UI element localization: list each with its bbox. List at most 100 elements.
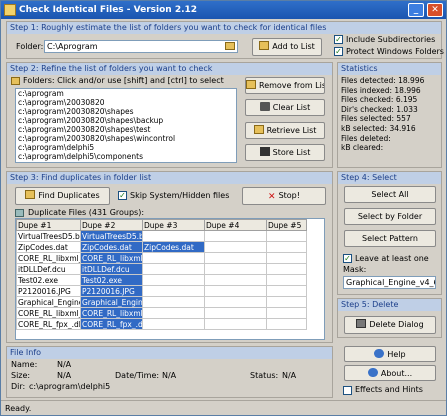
skip-hidden-checkbox[interactable]: ✓ bbox=[118, 191, 127, 200]
store-list-button[interactable]: Store List bbox=[245, 144, 325, 161]
column-header[interactable]: Dupe #1 bbox=[16, 219, 81, 231]
table-row[interactable]: P2120016.JPG P2120016.JPG bbox=[16, 285, 307, 297]
list-item[interactable]: c:\aprogram\20030820\shapes\backup bbox=[16, 116, 236, 125]
about-button[interactable]: About... bbox=[344, 365, 436, 381]
table-cell-selected[interactable]: CORE_RL_libxml_ bbox=[80, 252, 143, 264]
table-cell[interactable] bbox=[266, 285, 307, 297]
retrieve-list-button[interactable]: Retrieve List bbox=[245, 122, 325, 139]
table-cell[interactable] bbox=[266, 252, 307, 264]
list-item[interactable]: c:\aprogram\20030820\shapes\test bbox=[16, 125, 236, 134]
table-cell-selected[interactable]: itDLLDef.dcu bbox=[80, 263, 143, 275]
table-cell[interactable] bbox=[204, 296, 267, 308]
table-cell-selected[interactable]: Graphical_Engine_ bbox=[80, 296, 143, 308]
help-button[interactable]: Help bbox=[344, 346, 436, 362]
stop-button[interactable]: ✕ Stop! bbox=[242, 187, 326, 205]
table-cell[interactable] bbox=[204, 230, 267, 242]
table-cell-selected[interactable]: CORE_RL_fpx_.dll bbox=[80, 318, 143, 330]
column-header[interactable]: Dupe #2 bbox=[80, 219, 143, 231]
table-cell[interactable]: ZipCodes.dat bbox=[16, 241, 81, 253]
table-cell[interactable] bbox=[266, 318, 307, 330]
select-by-folder-button[interactable]: Select by Folder bbox=[344, 208, 436, 225]
remove-from-list-button[interactable]: Remove from List bbox=[245, 77, 325, 94]
table-cell[interactable] bbox=[204, 252, 267, 264]
table-row[interactable]: Graphical_Engine_Graphical_Engine_ bbox=[16, 296, 307, 308]
list-item[interactable]: c:\aprogram\20030820\shapes\wincontrol bbox=[16, 134, 236, 143]
delete-dialog-button[interactable]: Delete Dialog bbox=[344, 316, 436, 334]
table-cell-selected[interactable]: ZipCodes.dat bbox=[80, 241, 143, 253]
table-cell[interactable] bbox=[204, 307, 267, 319]
effects-hints-checkbox[interactable] bbox=[343, 386, 352, 395]
table-cell[interactable] bbox=[142, 230, 205, 242]
browse-folder-icon[interactable] bbox=[225, 42, 235, 50]
table-cell[interactable] bbox=[204, 263, 267, 275]
table-cell[interactable]: VirtualTreesD5.bpl bbox=[16, 230, 81, 242]
column-header[interactable]: Dupe #4 bbox=[204, 219, 267, 231]
table-cell[interactable] bbox=[142, 274, 205, 286]
stat-files-detected: Files detected: 18.996 bbox=[341, 76, 425, 85]
table-cell[interactable] bbox=[266, 230, 307, 242]
list-item[interactable]: c:\aprogram\20030820\shapes bbox=[16, 107, 236, 116]
table-cell[interactable] bbox=[142, 318, 205, 330]
stat-files-deleted: Files deleted: bbox=[341, 133, 391, 143]
table-cell[interactable] bbox=[142, 285, 205, 297]
select-pattern-button[interactable]: Select Pattern bbox=[344, 230, 436, 247]
table-cell-selected[interactable]: CORE_RL_libxml_ bbox=[80, 307, 143, 319]
list-item[interactable]: c:\aprogram\20030820 bbox=[16, 98, 236, 107]
list-item[interactable]: c:\aprogram\delphi5 bbox=[16, 143, 236, 152]
table-cell[interactable] bbox=[142, 307, 205, 319]
table-cell[interactable] bbox=[142, 263, 205, 275]
list-item[interactable]: c:\aprogram bbox=[16, 89, 236, 98]
minimize-button[interactable]: _ bbox=[408, 3, 424, 17]
table-cell[interactable] bbox=[142, 296, 205, 308]
statistics-heading: Statistics bbox=[338, 63, 441, 75]
table-cell[interactable]: itDLLDef.dcu bbox=[16, 263, 81, 275]
close-button[interactable]: ✕ bbox=[427, 3, 443, 17]
table-cell[interactable] bbox=[204, 285, 267, 297]
table-cell[interactable] bbox=[266, 274, 307, 286]
table-cell[interactable]: CORE_RL_libxml_ bbox=[16, 252, 81, 264]
table-row[interactable]: ZipCodes.dat ZipCodes.dat ZipCodes.dat bbox=[16, 241, 307, 253]
duplicates-grid[interactable]: Dupe #1 Dupe #2 Dupe #3 Dupe #4 Dupe #5 … bbox=[15, 218, 325, 340]
table-cell[interactable] bbox=[266, 296, 307, 308]
title-bar[interactable]: Check Identical Files - Version 2.12 _ ✕ bbox=[1, 1, 446, 19]
stat-dirs-checked: Dir's checked: 1.033 bbox=[341, 104, 418, 114]
table-cell[interactable] bbox=[266, 263, 307, 275]
list-item[interactable]: c:\aprogram\delphi5\components bbox=[16, 152, 236, 161]
status-value: N/A bbox=[282, 371, 297, 380]
table-row[interactable]: CORE_RL_libxml_ CORE_RL_libxml_ bbox=[16, 252, 307, 264]
protect-windows-checkbox[interactable]: ✓ bbox=[334, 47, 343, 56]
table-cell[interactable]: CORE_RL_fpx_.dll bbox=[16, 318, 81, 330]
table-cell-selected[interactable]: VirtualTreesD5.bpl bbox=[80, 230, 143, 242]
table-cell[interactable] bbox=[266, 307, 307, 319]
column-header[interactable]: Dupe #3 bbox=[142, 219, 205, 231]
table-cell[interactable]: Graphical_Engine_ bbox=[16, 296, 81, 308]
table-cell[interactable]: P2120016.JPG bbox=[16, 285, 81, 297]
select-all-button[interactable]: Select All bbox=[344, 186, 436, 203]
folder-input[interactable]: C:\Aprogram bbox=[44, 40, 238, 53]
mask-input[interactable]: Graphical_Engine_v4_6 bbox=[343, 276, 436, 289]
table-row[interactable]: VirtualTreesD5.bplVirtualTreesD5.bpl bbox=[16, 230, 307, 242]
table-cell-selected[interactable]: P2120016.JPG bbox=[80, 285, 143, 297]
table-row[interactable]: CORE_RL_fpx_.dll CORE_RL_fpx_.dll bbox=[16, 318, 307, 330]
table-cell-selected[interactable]: Test02.exe bbox=[80, 274, 143, 286]
folders-list[interactable]: c:\aprogram c:\aprogram\20030820 c:\apro… bbox=[15, 88, 237, 163]
folders-list-label: Folders: Click and/or use [shift] and [c… bbox=[23, 76, 224, 85]
table-cell[interactable] bbox=[204, 241, 267, 253]
clear-list-button[interactable]: Clear List bbox=[245, 99, 325, 116]
table-cell[interactable]: Test02.exe bbox=[16, 274, 81, 286]
table-cell[interactable] bbox=[266, 241, 307, 253]
add-to-list-button[interactable]: Add to List bbox=[252, 38, 322, 56]
leave-one-checkbox[interactable]: ✓ bbox=[343, 254, 352, 263]
table-cell-selected[interactable]: ZipCodes.dat bbox=[142, 241, 205, 253]
column-header[interactable]: Dupe #5 bbox=[266, 219, 307, 231]
table-cell[interactable] bbox=[204, 274, 267, 286]
table-cell[interactable] bbox=[142, 252, 205, 264]
table-row[interactable]: CORE_RL_libxml_ CORE_RL_libxml_ bbox=[16, 307, 307, 319]
folders-icon bbox=[11, 77, 20, 85]
table-cell[interactable]: CORE_RL_libxml_ bbox=[16, 307, 81, 319]
find-duplicates-button[interactable]: Find Duplicates bbox=[15, 187, 110, 205]
table-row[interactable]: Test02.exe Test02.exe bbox=[16, 274, 307, 286]
table-row[interactable]: itDLLDef.dcu itDLLDef.dcu bbox=[16, 263, 307, 275]
include-subdirs-checkbox[interactable]: ✓ bbox=[334, 35, 343, 44]
table-cell[interactable] bbox=[204, 318, 267, 330]
